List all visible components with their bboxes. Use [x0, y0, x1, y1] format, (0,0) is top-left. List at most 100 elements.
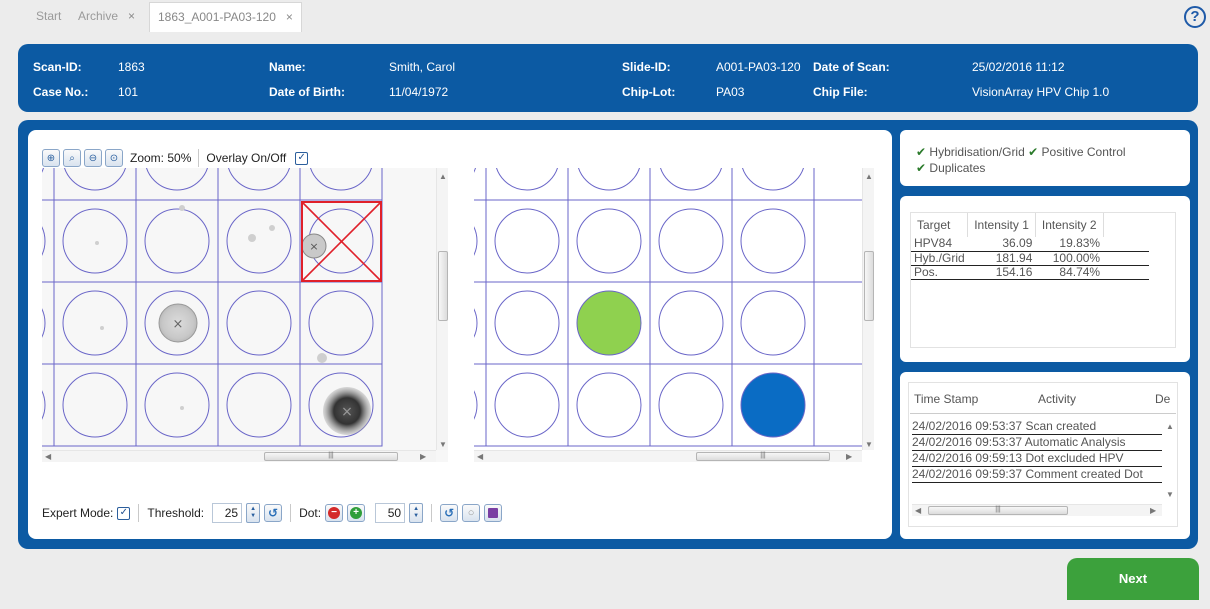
- scroll-down-icon[interactable]: ▼: [439, 440, 447, 449]
- slide-id-label: Slide-ID:: [622, 60, 671, 74]
- save-button[interactable]: [484, 504, 503, 522]
- divider: [290, 504, 292, 522]
- scroll-left-icon[interactable]: ◀: [477, 452, 483, 461]
- column-header-timestamp[interactable]: Time Stamp: [914, 392, 978, 406]
- close-icon[interactable]: ×: [286, 10, 293, 24]
- chip-lot-label: Chip-Lot:: [622, 85, 676, 99]
- divider: [198, 149, 200, 167]
- column-header-activity[interactable]: Activity: [1038, 392, 1076, 406]
- scroll-thumb[interactable]: [864, 251, 874, 321]
- scroll-up-icon[interactable]: ▲: [439, 172, 447, 181]
- scroll-thumb[interactable]: |||: [696, 452, 830, 461]
- column-header-intensity-2[interactable]: Intensity 2: [1035, 213, 1104, 237]
- remove-dot-button[interactable]: −: [325, 504, 344, 522]
- scroll-thumb[interactable]: |||: [928, 506, 1068, 515]
- list-item[interactable]: 24/02/2016 09:53:37 Scan created: [912, 419, 1162, 435]
- divider: [431, 504, 433, 522]
- column-header-target[interactable]: Target: [911, 213, 969, 237]
- help-icon[interactable]: ?: [1184, 6, 1206, 28]
- check-icon: ✔: [916, 161, 927, 175]
- list-item[interactable]: 24/02/2016 09:53:37 Automatic Analysis: [912, 435, 1162, 451]
- tab-start[interactable]: Start: [28, 2, 69, 32]
- zoom-fit-icon[interactable]: ⌕: [63, 149, 81, 167]
- undo-button[interactable]: ↺: [440, 504, 459, 522]
- chip-lot-value: PA03: [716, 85, 745, 99]
- qc-checks-panel: ✔ Hybridisation/Grid ✔ Positive Control …: [900, 130, 1190, 186]
- scan-image: × × ×: [42, 168, 383, 447]
- scroll-right-icon[interactable]: ▶: [846, 452, 852, 461]
- results-table-frame: Target Intensity 1 Intensity 2 HPV84 36.…: [910, 212, 1176, 348]
- scroll-down-icon[interactable]: ▼: [865, 440, 873, 449]
- svg-text:×: ×: [341, 404, 353, 420]
- positive-spot-blue: [740, 372, 806, 438]
- scroll-right-icon[interactable]: ▶: [1150, 506, 1156, 515]
- scan-id-value: 1863: [118, 60, 145, 74]
- threshold-label: Threshold:: [147, 506, 205, 520]
- tab-archive[interactable]: Archive ×: [70, 2, 143, 32]
- scroll-left-icon[interactable]: ◀: [915, 506, 921, 515]
- positive-spot-green: [576, 290, 642, 356]
- patient-header: Scan-ID: 1863 Case No.: 101 Name: Smith,…: [18, 44, 1198, 112]
- vertical-scrollbar[interactable]: ▲ ▼: [436, 168, 448, 450]
- scroll-up-icon[interactable]: ▲: [1166, 422, 1174, 431]
- horizontal-scrollbar[interactable]: ◀ ||| ▶: [474, 450, 862, 462]
- result-grid-pane[interactable]: ▲ ▼ ◀ ||| ▶: [474, 168, 874, 462]
- zoom-out-icon[interactable]: ⊖: [84, 149, 102, 167]
- zoom-in-icon[interactable]: ⊕: [42, 149, 60, 167]
- divider: [138, 504, 140, 522]
- table-row[interactable]: Pos. 154.16 84.74%: [911, 265, 1150, 280]
- chip-file-value: VisionArray HPV Chip 1.0: [972, 85, 1110, 99]
- expert-mode-label: Expert Mode:: [42, 506, 114, 520]
- vertical-scrollbar[interactable]: ▲ ▼: [862, 168, 874, 450]
- scroll-thumb[interactable]: |||: [264, 452, 398, 461]
- date-of-scan-value: 25/02/2016 11:12: [972, 60, 1065, 74]
- next-button[interactable]: Next: [1067, 558, 1199, 600]
- overlay-label: Overlay On/Off: [206, 151, 287, 165]
- activity-log-list: 24/02/2016 09:53:37 Scan created 24/02/2…: [912, 419, 1162, 483]
- column-header-details[interactable]: De: [1155, 392, 1170, 406]
- viewer-toolbar: ⊕ ⌕ ⊖ ⊙ Zoom: 50% Overlay On/Off ✓: [42, 148, 309, 168]
- dob-value: 11/04/1972: [389, 85, 449, 99]
- horizontal-scrollbar[interactable]: ◀ ||| ▶: [42, 450, 436, 462]
- minus-icon: −: [328, 507, 341, 519]
- threshold-stepper[interactable]: ▲ ▼: [246, 503, 261, 523]
- image-viewer: ⊕ ⌕ ⊖ ⊙ Zoom: 50% Overlay On/Off ✓ × × ×…: [28, 130, 892, 539]
- column-header-intensity-1[interactable]: Intensity 1: [967, 213, 1036, 237]
- check-icon: ✔: [916, 145, 927, 159]
- dot-size-stepper[interactable]: ▲ ▼: [409, 503, 424, 523]
- results-table: Target Intensity 1 Intensity 2 HPV84 36.…: [911, 213, 1150, 280]
- name-label: Name:: [269, 60, 306, 74]
- dot-size-input[interactable]: 50: [375, 503, 406, 523]
- comment-button[interactable]: ○: [462, 504, 481, 522]
- scroll-thumb[interactable]: [438, 251, 448, 321]
- table-row[interactable]: Hyb./Grid 181.94 100.00%: [911, 251, 1150, 266]
- scan-image-pane[interactable]: × × × ▲ ▼ ◀ ||| ▶: [42, 168, 448, 462]
- overlay-checkbox[interactable]: ✓: [295, 151, 309, 165]
- slide-id-value: A001-PA03-120: [716, 60, 801, 74]
- list-item[interactable]: 24/02/2016 09:59:37 Comment created Dot: [912, 467, 1162, 483]
- qc-hybridisation: Hybridisation/Grid: [929, 145, 1025, 159]
- tab-bar: Start Archive × 1863_A001-PA03-120 × ?: [0, 0, 1210, 34]
- add-dot-button[interactable]: +: [347, 504, 366, 522]
- horizontal-scrollbar[interactable]: ◀ ||| ▶: [912, 504, 1162, 516]
- chip-file-label: Chip File:: [813, 85, 868, 99]
- close-icon[interactable]: ×: [128, 9, 135, 23]
- threshold-input[interactable]: 25: [212, 503, 243, 523]
- zoom-reset-icon[interactable]: ⊙: [105, 149, 123, 167]
- case-no-label: Case No.:: [33, 85, 89, 99]
- list-item[interactable]: 24/02/2016 09:59:13 Dot excluded HPV: [912, 451, 1162, 467]
- plus-icon: +: [350, 507, 363, 519]
- scroll-left-icon[interactable]: ◀: [45, 452, 51, 461]
- case-no-value: 101: [118, 85, 139, 99]
- threshold-reset-button[interactable]: ↺: [264, 504, 283, 522]
- qc-positive-control: Positive Control: [1041, 145, 1126, 159]
- scroll-down-icon[interactable]: ▼: [1166, 490, 1174, 499]
- table-header: Target Intensity 1 Intensity 2: [911, 213, 1149, 237]
- svg-text:×: ×: [173, 317, 184, 332]
- table-row[interactable]: HPV84 36.09 19.83%: [911, 237, 1150, 252]
- zoom-level: Zoom: 50%: [130, 151, 192, 165]
- scroll-up-icon[interactable]: ▲: [865, 172, 873, 181]
- scroll-right-icon[interactable]: ▶: [420, 452, 426, 461]
- expert-mode-checkbox[interactable]: ✓: [117, 506, 131, 520]
- tab-scan-1863[interactable]: 1863_A001-PA03-120 ×: [149, 2, 302, 32]
